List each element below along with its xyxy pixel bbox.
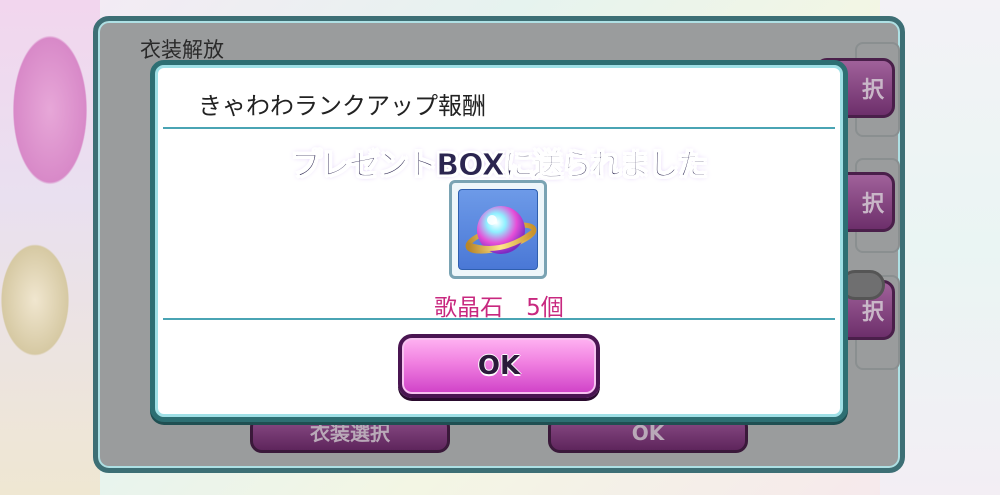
- crystal-planet-icon: [465, 206, 537, 254]
- dialog-message: プレゼントBOXに送られました: [291, 148, 708, 184]
- background-character: [0, 0, 100, 495]
- reward-item-name: 歌晶石 5個: [434, 295, 564, 321]
- dialog-title: きゃわわランクアップ報酬: [198, 92, 486, 120]
- reward-item-background: [458, 189, 538, 270]
- divider: [163, 127, 835, 129]
- ok-button-label: OK: [477, 351, 521, 381]
- reward-item-frame: [449, 180, 547, 279]
- ok-button[interactable]: OK: [398, 334, 600, 398]
- divider: [163, 318, 835, 320]
